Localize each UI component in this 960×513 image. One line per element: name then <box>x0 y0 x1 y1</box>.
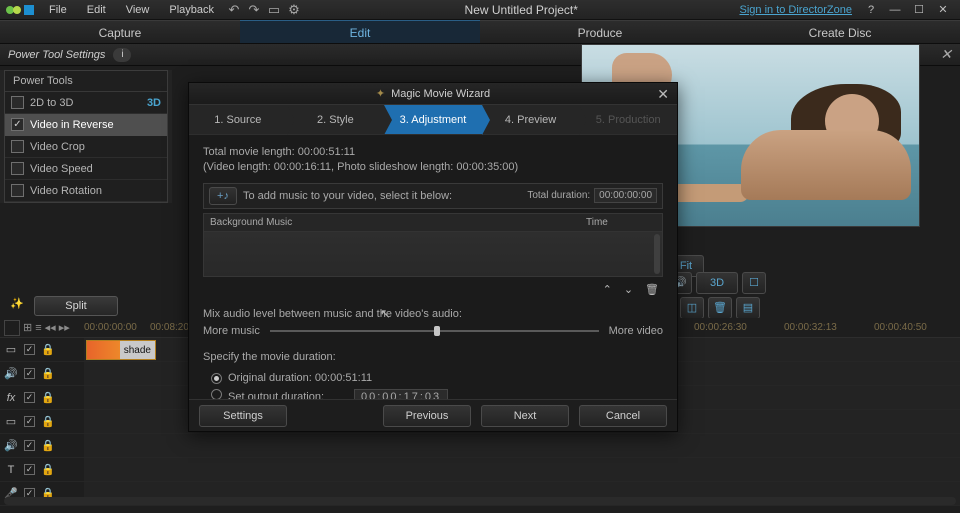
tab-produce[interactable]: Produce <box>480 20 720 43</box>
power-item-speed[interactable]: Video Speed <box>5 158 167 180</box>
remove-item-icon[interactable]: 🗑 <box>645 283 659 296</box>
mix-left-label: More music <box>203 325 260 337</box>
display-icon[interactable]: ▭ <box>265 2 283 18</box>
power-item-reverse[interactable]: ✓Video in Reverse <box>5 114 167 136</box>
snap-icon[interactable] <box>4 320 20 336</box>
add-music-button[interactable]: +♪ <box>209 187 237 205</box>
tab-edit[interactable]: Edit <box>240 20 480 43</box>
3d-dropdown[interactable]: 3D <box>696 272 738 294</box>
sign-in-link[interactable]: Sign in to DirectorZone <box>740 4 853 16</box>
mode-tabs: Capture Edit Produce Create Disc <box>0 20 960 44</box>
duration-heading: Specify the movie duration: <box>203 351 663 363</box>
checkbox-icon[interactable] <box>11 162 24 175</box>
info-icon[interactable]: i <box>113 48 131 62</box>
prev-frame-icon[interactable]: ◂◂ <box>45 321 56 334</box>
add-music-bar: +♪ To add music to your video, select it… <box>203 183 663 209</box>
gear-icon[interactable]: ⚙ <box>285 2 303 18</box>
step-preview[interactable]: 4. Preview <box>482 105 580 134</box>
redo-icon[interactable]: ↷ <box>245 2 263 18</box>
panel-close-icon[interactable]: ✕ <box>940 46 952 63</box>
panel-title: Power Tool Settings <box>8 49 105 61</box>
power-item-crop[interactable]: Video Crop <box>5 136 167 158</box>
fx-track-icon: fx <box>4 392 18 404</box>
settings-button[interactable]: Settings <box>199 405 287 427</box>
menu-edit[interactable]: Edit <box>78 2 115 18</box>
checkbox-icon[interactable] <box>11 140 24 153</box>
mix-label: Mix audio level between music and the vi… <box>203 308 663 320</box>
step-source[interactable]: 1. Source <box>189 105 287 134</box>
menu-playback[interactable]: Playback <box>160 2 223 18</box>
next-button[interactable]: Next <box>481 405 569 427</box>
track-title[interactable]: T✓🔒 <box>0 458 960 482</box>
step-adjustment[interactable]: 3. Adjustment <box>384 105 482 134</box>
checkbox-icon[interactable] <box>11 96 24 109</box>
power-item-2d3d[interactable]: 2D to 3D3D <box>5 92 167 114</box>
magic-movie-wizard-dialog: ✦ Magic Movie Wizard ✕ 1. Source 2. Styl… <box>188 82 678 432</box>
previous-button[interactable]: Previous <box>383 405 471 427</box>
track-visible-checkbox[interactable]: ✓ <box>24 344 35 355</box>
total-length-label: Total movie length: 00:00:51:11 (Video l… <box>203 145 663 175</box>
menubar: File Edit View Playback ↶ ↷ ▭ ⚙ New Unti… <box>0 0 960 20</box>
mix-right-label: More video <box>609 325 663 337</box>
checkbox-icon[interactable]: ✓ <box>11 118 24 131</box>
menu-view[interactable]: View <box>117 2 159 18</box>
move-up-icon[interactable]: ⌃ <box>603 283 612 296</box>
timeline-clip[interactable]: shade <box>86 340 156 360</box>
wand-icon: ✦ <box>376 87 385 100</box>
project-title: New Untitled Project* <box>305 3 738 17</box>
wizard-steps: 1. Source 2. Style 3. Adjustment 4. Prev… <box>189 105 677 135</box>
cancel-button[interactable]: Cancel <box>579 405 667 427</box>
col-time: Time <box>586 217 656 228</box>
minimize-icon[interactable]: — <box>884 4 906 16</box>
checkbox-icon[interactable] <box>11 184 24 197</box>
title-track-icon: T <box>4 464 18 476</box>
lock-icon[interactable]: 🔒 <box>41 343 55 356</box>
list-icon[interactable]: ≡ <box>35 322 41 334</box>
move-down-icon[interactable]: ⌄ <box>624 283 633 296</box>
next-frame-icon[interactable]: ▸▸ <box>59 321 70 334</box>
radio-original[interactable] <box>211 373 222 384</box>
dialog-title: Magic Movie Wizard <box>391 88 490 100</box>
wand-icon[interactable]: ✨ <box>6 297 28 315</box>
video-track-icon: ▭ <box>4 343 18 356</box>
output-duration-field[interactable]: 00:00:17:03 <box>354 389 448 399</box>
audio-track-icon: 🔊 <box>4 367 18 380</box>
mix-slider[interactable] <box>270 330 599 332</box>
add-music-hint: To add music to your video, select it be… <box>243 190 452 202</box>
trash-icon[interactable]: 🗑 <box>708 297 732 319</box>
col-name: Background Music <box>210 217 292 228</box>
radio-output[interactable] <box>211 389 222 399</box>
total-duration-value: 00:00:00:00 <box>594 188 657 203</box>
power-item-rotation[interactable]: Video Rotation <box>5 180 167 202</box>
markers-icon[interactable]: ▤ <box>736 297 760 319</box>
snapshot-icon[interactable]: ☐ <box>742 272 766 294</box>
track-audio-2[interactable]: 🔊✓🔒 <box>0 434 960 458</box>
timeline-scrollbar[interactable] <box>4 497 956 505</box>
timeline-right-tools: ◫ 🗑 ▤ <box>680 297 760 319</box>
tab-create-disc[interactable]: Create Disc <box>720 20 960 43</box>
help-icon[interactable]: ? <box>860 4 882 16</box>
power-tools-panel: Power Tools 2D to 3D3D ✓Video in Reverse… <box>0 70 172 203</box>
dialog-title-bar[interactable]: ✦ Magic Movie Wizard ✕ <box>189 83 677 105</box>
tab-capture[interactable]: Capture <box>0 20 240 43</box>
maximize-icon[interactable]: ☐ <box>908 3 930 16</box>
close-window-icon[interactable]: ✕ <box>932 3 954 16</box>
step-style[interactable]: 2. Style <box>287 105 385 134</box>
dialog-close-icon[interactable]: ✕ <box>657 86 669 103</box>
film-icon[interactable]: ⊞ <box>23 321 32 334</box>
step-production: 5. Production <box>579 105 677 134</box>
background-music-list[interactable]: Background Music Time <box>203 213 663 277</box>
undo-icon[interactable]: ↶ <box>225 2 243 18</box>
app-logo <box>6 2 34 18</box>
3d-badge-icon: 3D <box>147 97 161 109</box>
split-button[interactable]: Split <box>34 296 118 316</box>
menu-file[interactable]: File <box>40 2 76 18</box>
list-scrollbar[interactable] <box>654 234 660 274</box>
power-group-title: Power Tools <box>5 71 167 92</box>
select-tool-icon[interactable]: ◫ <box>680 297 704 319</box>
